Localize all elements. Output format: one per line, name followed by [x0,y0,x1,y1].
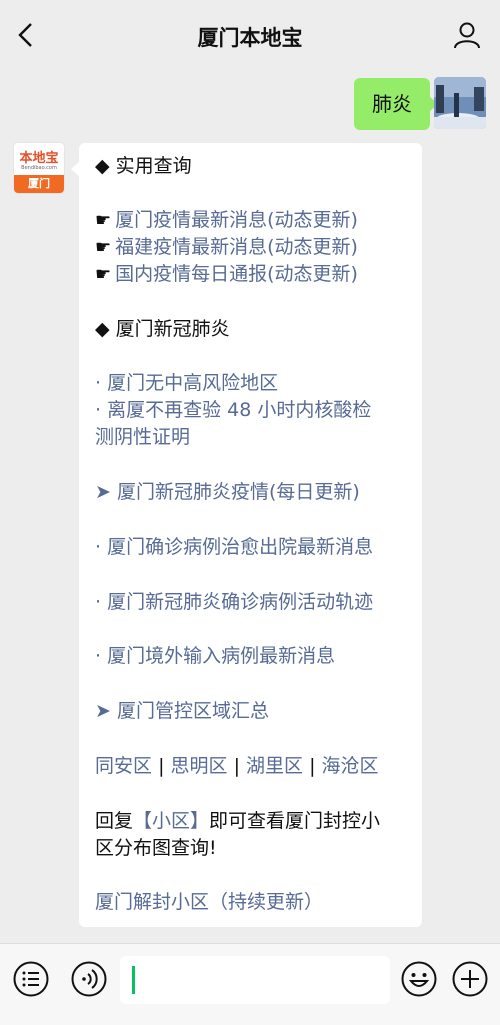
link-xiamen-epidemic[interactable]: ☛ 厦门疫情最新消息(动态更新) [95,207,358,234]
link-district-huli[interactable]: 湖里区 [246,755,303,777]
person-icon[interactable] [452,20,482,50]
reply-instruction: 回复【小区】即可查看厦门封控小 [95,808,380,835]
user-message-bubble[interactable]: 肺炎 [354,78,438,130]
logo-subtext: Bendibao.com [21,165,57,171]
link-imported-cases[interactable]: · 厦门境外输入病例最新消息 [95,643,335,670]
link-label: 国内疫情每日通报(动态更新) [115,263,358,285]
separator: | [158,755,165,777]
bot-avatar[interactable]: 本地宝 Bendibao.com 厦门 [13,142,65,194]
link-no-risk-area[interactable]: · 厦门无中高风险地区 [95,370,278,397]
link-district-haicang[interactable]: 海沧区 [322,755,379,777]
reply-text: 即可查看厦门封控小 [209,810,381,832]
separator: | [309,755,316,777]
link-recovered-cases[interactable]: · 厦门确诊病例治愈出院最新消息 [95,534,373,561]
logo-city: 厦门 [14,175,64,193]
link-case-tracks[interactable]: · 厦门新冠肺炎确诊病例活动轨迹 [95,589,373,616]
pointing-hand-icon: ☛ [95,237,112,258]
voice-icon[interactable] [70,960,108,998]
input-bar [0,943,500,1025]
link-daily-update[interactable]: ➤ 厦门新冠肺炎疫情(每日更新) [95,479,360,506]
reply-text: 回复 [95,810,134,832]
link-district-siming[interactable]: 思明区 [171,755,228,777]
reply-instruction-cont: 区分布图查询! [95,837,217,859]
link-unlocked-communities[interactable]: 厦门解封小区（持续更新） [95,889,323,916]
link-national-epidemic[interactable]: ☛ 国内疫情每日通报(动态更新) [95,261,358,288]
link-label: 福建疫情最新消息(动态更新) [115,236,358,258]
link-fujian-epidemic[interactable]: ☛ 福建疫情最新消息(动态更新) [95,234,358,261]
district-links: 同安区 | 思明区 | 湖里区 | 海沧区 [95,753,379,780]
page-title: 厦门本地宝 [197,26,303,50]
plus-icon[interactable] [451,960,489,998]
link-no-nucleic-check-cont[interactable]: 测阴性证明 [95,424,190,451]
link-control-zones[interactable]: ➤ 厦门管控区域汇总 [95,698,269,725]
pointing-hand-icon: ☛ [95,210,112,231]
link-no-nucleic-check[interactable]: · 离厦不再查验 48 小时内核酸检 [95,397,371,424]
menu-icon[interactable] [12,960,50,998]
message-input[interactable] [120,956,390,1004]
emoji-icon[interactable] [400,960,438,998]
logo-text: 本地宝 [19,151,59,166]
link-label: 厦门疫情最新消息(动态更新) [115,209,358,231]
avatar-image [434,77,486,129]
separator: | [233,755,240,777]
pointing-hand-icon: ☛ [95,264,112,285]
section-heading: ◆ 实用查询 [95,155,192,177]
header: 厦门本地宝 [0,0,500,70]
bot-message-bubble: ◆ 实用查询 ☛ 厦门疫情最新消息(动态更新) ☛ 福建疫情最新消息(动态更新) ☛… [71,143,422,927]
text-cursor [132,966,135,994]
link-district-tongan[interactable]: 同安区 [95,755,152,777]
user-avatar[interactable] [434,77,486,129]
section-heading: ◆ 厦门新冠肺炎 [95,318,230,340]
link-reply-keyword[interactable]: 【小区】 [133,810,209,832]
